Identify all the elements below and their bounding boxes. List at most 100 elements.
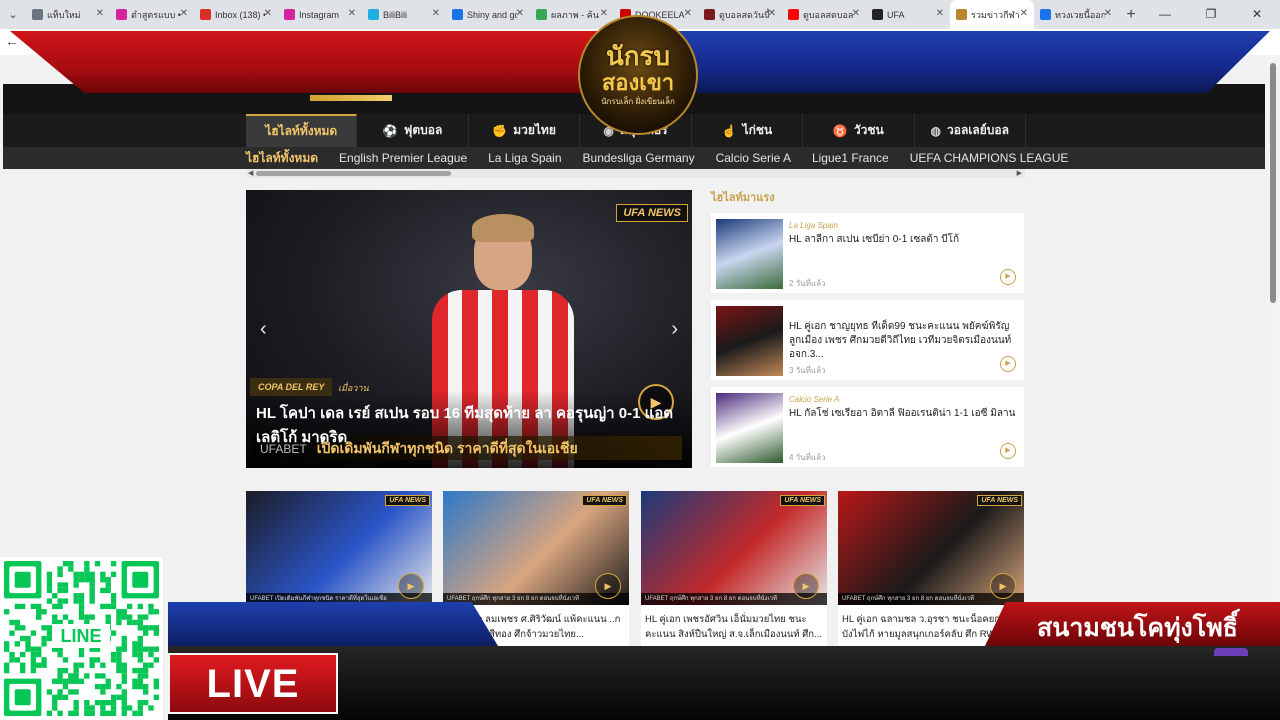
hero-time: เมื่อวาน xyxy=(338,383,369,393)
tab-label: ดูบอลสดวันนี้ ดี xyxy=(719,9,769,20)
browser-tab[interactable]: Shiny and go ✕ xyxy=(446,0,530,29)
tab-close-icon[interactable]: ✕ xyxy=(684,8,692,19)
highlight-thumbnail[interactable] xyxy=(716,219,783,289)
tab-favicon-icon xyxy=(1040,9,1051,20)
news-card-image[interactable]: UFA NEWS UFABET ฤกษ์ศึก ทุกสาย 3 ยก 8 ยก … xyxy=(641,491,827,605)
browser-tab[interactable]: Inbox (138) • ✕ xyxy=(194,0,278,29)
minimize-button[interactable]: — xyxy=(1142,0,1188,29)
tab-close-icon[interactable]: ✕ xyxy=(180,8,188,19)
overlay-purple-tab xyxy=(1214,648,1248,656)
nav-sport-icon: ♉ xyxy=(832,123,848,138)
news-card-play-icon[interactable]: ▶ xyxy=(398,573,424,599)
browser-tab[interactable]: BiliBili ✕ xyxy=(362,0,446,29)
line-qr-code: LINE xyxy=(0,557,163,720)
new-tab-button[interactable]: + xyxy=(1118,6,1144,24)
nav-item[interactable]: ⚽ ฟุตบอล xyxy=(357,114,469,147)
highlight-thumbnail[interactable] xyxy=(716,306,783,376)
browser-tab[interactable]: ดูบอลสดบอลดี✕ xyxy=(782,0,866,29)
scroll-right-arrow-icon[interactable]: ▶ xyxy=(1017,169,1022,177)
logo-tagline: นักรบเล็ก ฝั่งเขียนเล็ก xyxy=(601,96,675,106)
page-scrollbar-thumb[interactable] xyxy=(1270,63,1276,303)
news-card-image[interactable]: UFA NEWS UFABET ฤกษ์ศึก ทุกสาย 3 ยก 8 ยก … xyxy=(443,491,629,605)
browser-tab[interactable]: ตำสูตรแบบ • Ins✕ xyxy=(110,0,194,29)
nav-item[interactable]: ◍ วอลเลย์บอล xyxy=(915,114,1026,147)
sub-nav-item[interactable]: English Premier League xyxy=(339,151,467,165)
nav-item[interactable]: ☝ ไก่ชน xyxy=(692,114,804,147)
close-window-button[interactable]: ✕ xyxy=(1234,0,1280,29)
sub-nav-item[interactable]: Ligue1 France xyxy=(812,151,889,165)
highlight-card[interactable]: La Liga Spain HL ลาลีกา สเปน เซบีย่า 0-1 … xyxy=(711,213,1024,293)
scroll-left-arrow-icon[interactable]: ◀ xyxy=(248,169,253,177)
highlight-time: 2 วันที่แล้ว xyxy=(789,279,826,288)
station-name: สนามชนโคทุ่งโพธิ์ xyxy=(1037,614,1238,642)
hero-title[interactable]: HL โคปา เดล เรย์ สเปน รอบ 16 ทีมสุดท้าย … xyxy=(256,402,686,450)
highlight-card[interactable]: HL คู่เอก ชาญยุทธ ทีเด็ด99 ชนะคะแนน พยัค… xyxy=(711,300,1024,380)
tab-close-icon[interactable]: ✕ xyxy=(348,8,356,19)
news-card-play-icon[interactable]: ▶ xyxy=(990,573,1016,599)
sub-nav-item[interactable]: UEFA CHAMPIONS LEAGUE xyxy=(910,151,1069,165)
sub-nav-item[interactable]: Calcio Serie A xyxy=(716,151,791,165)
slider-next-icon[interactable]: › xyxy=(671,318,678,341)
sub-nav-item[interactable]: La Liga Spain xyxy=(488,151,561,165)
nav-item[interactable]: ♉ วัวชน xyxy=(803,114,915,147)
browser-tab[interactable]: ผลภาพ - ค้น ✕ xyxy=(530,0,614,29)
scrollbar-thumb[interactable] xyxy=(256,171,451,176)
news-card-play-icon[interactable]: ▶ xyxy=(793,573,819,599)
tab-close-icon[interactable]: ✕ xyxy=(1020,8,1028,19)
tab-close-icon[interactable]: ✕ xyxy=(432,8,440,19)
slider-prev-icon[interactable]: ‹ xyxy=(260,318,267,341)
browser-tab[interactable]: ดูบอลสดวันนี้ ดี✕ xyxy=(698,0,782,29)
news-card-image[interactable]: UFA NEWS UFABET เปิดเดิมพันกีฬาทุกชนิด รา… xyxy=(246,491,432,605)
sub-nav-scrollbar[interactable]: ◀ ▶ xyxy=(246,169,1025,178)
tab-close-icon[interactable]: ✕ xyxy=(1104,8,1112,19)
browser-tab[interactable]: ทวงเวยนี้ออกกี✕ xyxy=(1034,0,1118,29)
browser-tab[interactable]: แท็บใหม่ ✕ xyxy=(26,0,110,29)
news-card[interactable]: UFA NEWS UFABET ฤกษ์ศึก ทุกสาย 3 ยก 8 ยก … xyxy=(641,491,827,651)
banner-red-panel xyxy=(10,31,630,93)
tab-label: UFA xyxy=(887,9,905,20)
news-card-play-icon[interactable]: ▶ xyxy=(595,573,621,599)
ufa-news-badge: UFA NEWS xyxy=(385,495,430,506)
nav-item-label: มวยไทย xyxy=(513,123,556,137)
highlight-thumbnail[interactable] xyxy=(716,393,783,463)
highlight-title[interactable]: HL คู่เอก ชาญยุทธ ทีเด็ด99 ชนะคะแนน พยัค… xyxy=(789,320,1017,362)
highlight-title[interactable]: HL ลาลีกา สเปน เซบีย่า 0-1 เซลต้า บีโก้ xyxy=(789,233,1017,247)
tab-favicon-icon xyxy=(788,9,799,20)
sub-nav-item[interactable]: Bundesliga Germany xyxy=(583,151,695,165)
tab-label: Instagram xyxy=(299,9,340,20)
tab-close-icon[interactable]: ✕ xyxy=(768,8,776,19)
tab-label: ผลภาพ - ค้น xyxy=(551,9,599,20)
highlight-play-icon[interactable]: ▶ xyxy=(1000,443,1016,459)
nav-item[interactable]: ไฮไลท์ทั้งหมด xyxy=(246,114,358,147)
tab-close-icon[interactable]: ✕ xyxy=(96,8,104,19)
tab-close-icon[interactable]: ✕ xyxy=(600,8,608,19)
nav-item[interactable]: ✊ มวยไทย xyxy=(469,114,581,147)
browser-tab[interactable]: รวมข่าวกีฬา ดู✕ xyxy=(950,0,1034,29)
highlight-league: Calcio Serie A xyxy=(789,395,840,404)
tab-favicon-icon xyxy=(200,9,211,20)
tab-close-icon[interactable]: ✕ xyxy=(516,8,524,19)
sub-nav: ไฮไลท์ทั้งหมด English Premier League La Li… xyxy=(3,147,1265,169)
tab-close-icon[interactable]: ✕ xyxy=(852,8,860,19)
maximize-button[interactable]: ❐ xyxy=(1188,0,1234,29)
tab-close-icon[interactable]: ✕ xyxy=(936,8,944,19)
tab-label: ตำสูตรแบบ • Ins xyxy=(131,9,181,20)
highlight-title[interactable]: HL กัลโช่ เซเรียอา อิตาลี ฟิออเรนติน่า 1… xyxy=(789,407,1017,421)
highlight-play-icon[interactable]: ▶ xyxy=(1000,356,1016,372)
news-card-image[interactable]: UFA NEWS UFABET ฤกษ์ศึก ทุกสาย 3 ยก 8 ยก … xyxy=(838,491,1024,605)
hero-slider[interactable]: UFA NEWS ‹ › COPA DEL REY เมื่อวาน ▶ UFA… xyxy=(246,190,692,468)
tab-close-icon[interactable]: ✕ xyxy=(264,8,272,19)
nav-item-label: วอลเลย์บอล xyxy=(947,123,1009,137)
browser-tab[interactable]: UFA ✕ xyxy=(866,0,950,29)
highlight-play-icon[interactable]: ▶ xyxy=(1000,269,1016,285)
sub-nav-item[interactable]: ไฮไลท์ทั้งหมด xyxy=(246,149,318,168)
tab-list-dropdown-icon[interactable]: ⌄ xyxy=(0,0,26,29)
ufa-news-badge: UFA NEWS xyxy=(582,495,627,506)
tab-label: ดูบอลสดบอลดี xyxy=(803,9,853,20)
highlight-card[interactable]: Calcio Serie A HL กัลโช่ เซเรียอา อิตาลี … xyxy=(711,387,1024,467)
news-card-title[interactable]: HL คู่เอก เพชรอัศวิน เอ็นั่มมวยไทย ชนะ ค… xyxy=(645,612,823,642)
tab-favicon-icon xyxy=(284,9,295,20)
tab-favicon-icon xyxy=(956,9,967,20)
tab-label: BiliBili xyxy=(383,9,408,20)
browser-tab[interactable]: Instagram ✕ xyxy=(278,0,362,29)
